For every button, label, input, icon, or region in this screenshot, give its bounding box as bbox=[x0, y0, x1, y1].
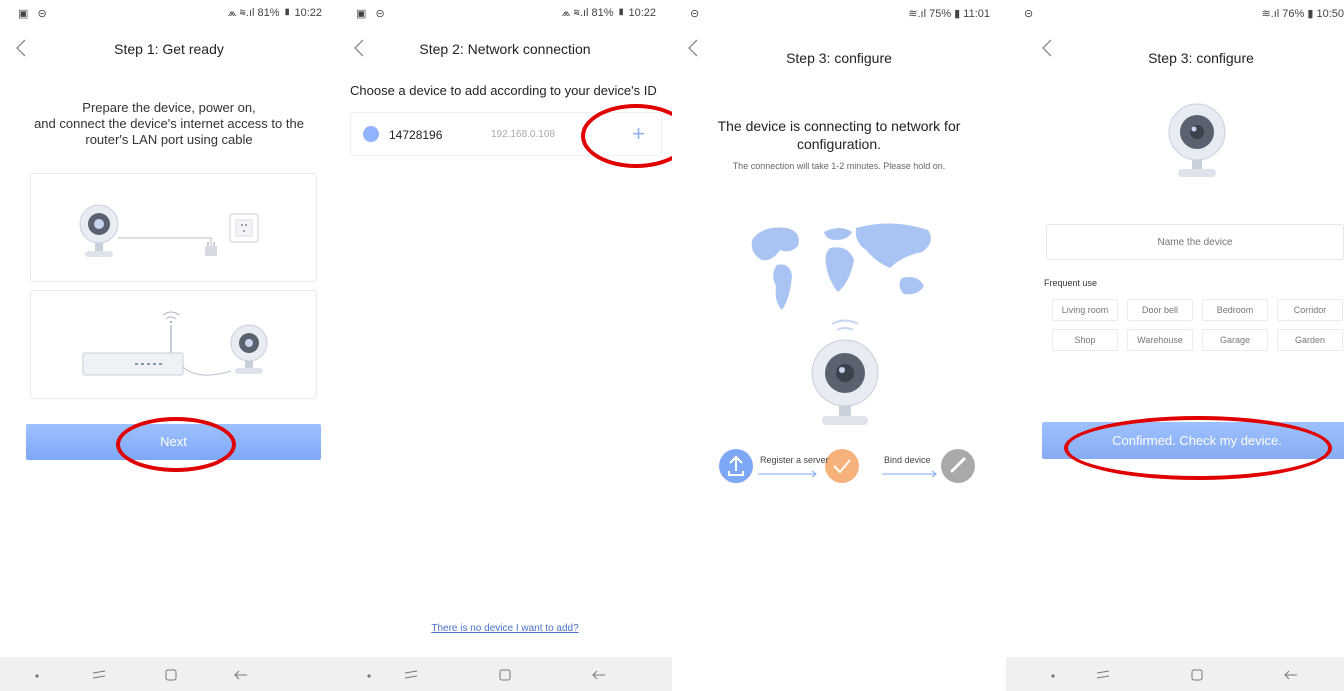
chip-warehouse[interactable]: Warehouse bbox=[1127, 329, 1193, 351]
page-title: Step 3: configure bbox=[1148, 50, 1254, 66]
camera-plug-drawing bbox=[79, 204, 259, 257]
instruction-text: Prepare the device, power on, and connec… bbox=[10, 100, 328, 148]
link-icon bbox=[941, 449, 975, 483]
instruction-line: and connect the device's internet access… bbox=[34, 116, 304, 131]
highlight-circle bbox=[581, 104, 672, 168]
device-icon bbox=[363, 126, 379, 142]
camera-icon bbox=[811, 319, 879, 425]
status-left-icons: ▣ ⊝ bbox=[18, 8, 50, 20]
instruction-line: router's LAN port using cable bbox=[85, 132, 253, 147]
connecting-line: The device is connecting to network for bbox=[717, 118, 961, 134]
camera-power-illustration bbox=[30, 173, 317, 282]
nav-bar: Step 3: configure bbox=[1006, 30, 1344, 66]
status-right-info: ⩕ ≋.ıl 81% ▮ 10:22 bbox=[561, 7, 656, 19]
camera-icon bbox=[1168, 103, 1226, 177]
device-ip: 192.168.0.108 bbox=[491, 129, 555, 140]
device-name-input[interactable] bbox=[1046, 224, 1344, 260]
status-bar: ⊝ ≋.ıl 76% ▮ 10:50 bbox=[1006, 0, 1344, 26]
home-square-icon[interactable] bbox=[496, 666, 514, 684]
status-bar: ▣ ⊝ ⩕ ≋.ıl 81% ▮ 10:22 bbox=[338, 0, 672, 26]
status-left-icons: ⊝ bbox=[1024, 8, 1037, 20]
system-nav-bar bbox=[0, 657, 338, 691]
back-arrow-icon[interactable] bbox=[590, 666, 608, 684]
dot-icon bbox=[367, 674, 371, 678]
chip-door-bell[interactable]: Door bell bbox=[1127, 299, 1193, 321]
status-right-info: ≋.ıl 75% ▮ 11:01 bbox=[908, 8, 990, 20]
home-square-icon[interactable] bbox=[162, 666, 180, 684]
camera-icon bbox=[79, 204, 119, 257]
device-id: 14728196 bbox=[389, 128, 443, 142]
recents-icon[interactable] bbox=[1094, 666, 1112, 684]
back-arrow-icon[interactable] bbox=[1282, 666, 1300, 684]
screen-configure-connecting: ⊝ ≋.ıl 75% ▮ 11:01 Step 3: configure The… bbox=[672, 0, 1006, 691]
instruction-line: Prepare the device, power on, bbox=[82, 100, 256, 115]
upload-icon bbox=[719, 449, 753, 483]
chip-bedroom[interactable]: Bedroom bbox=[1202, 299, 1268, 321]
dot-icon bbox=[35, 674, 39, 678]
status-left-icons: ▣ ⊝ bbox=[356, 8, 388, 20]
router-drawing bbox=[82, 311, 268, 376]
chip-shop[interactable]: Shop bbox=[1052, 329, 1118, 351]
chip-garage[interactable]: Garage bbox=[1202, 329, 1268, 351]
hold-on-text: The connection will take 1-2 minutes. Pl… bbox=[732, 161, 946, 171]
socket-icon bbox=[229, 213, 259, 243]
chip-garden[interactable]: Garden bbox=[1277, 329, 1343, 351]
nav-bar: Step 1: Get ready bbox=[0, 30, 338, 66]
recents-icon[interactable] bbox=[402, 666, 420, 684]
screen-network-connection: ▣ ⊝ ⩕ ≋.ıl 81% ▮ 10:22 Step 2: Network c… bbox=[338, 0, 672, 691]
back-arrow-icon[interactable] bbox=[232, 666, 250, 684]
check-icon bbox=[825, 449, 859, 483]
wifi-icon bbox=[162, 311, 180, 324]
step-bind-label: Bind device bbox=[884, 455, 931, 465]
camera-icon bbox=[230, 324, 268, 374]
dot-icon bbox=[1051, 674, 1055, 678]
router-icon bbox=[82, 325, 184, 376]
status-bar: ▣ ⊝ ⩕ ≋.ıl 81% ▮ 10:22 bbox=[0, 0, 338, 26]
chip-corridor[interactable]: Corridor bbox=[1277, 299, 1343, 321]
page-title: Step 1: Get ready bbox=[114, 41, 224, 57]
home-square-icon[interactable] bbox=[1188, 666, 1206, 684]
page-title: Step 3: configure bbox=[786, 50, 892, 66]
router-camera-illustration bbox=[30, 290, 317, 399]
highlight-circle bbox=[116, 417, 236, 472]
page-title: Step 2: Network connection bbox=[419, 41, 591, 57]
screen-get-ready: ▣ ⊝ ⩕ ≋.ıl 81% ▮ 10:22 Step 1: Get ready… bbox=[0, 0, 338, 691]
system-nav-bar bbox=[338, 657, 672, 691]
connecting-message: The device is connecting to network for … bbox=[682, 117, 996, 153]
chip-living-room[interactable]: Living room bbox=[1052, 299, 1118, 321]
no-device-link[interactable]: There is no device I want to add? bbox=[338, 623, 672, 634]
status-right-info: ≋.ıl 76% ▮ 10:50 bbox=[1261, 8, 1344, 20]
status-bar: ⊝ ≋.ıl 75% ▮ 11:01 bbox=[672, 0, 1006, 26]
status-left-icons: ⊝ bbox=[690, 8, 703, 20]
nav-bar: Step 2: Network connection bbox=[338, 30, 672, 66]
connecting-line: configuration. bbox=[796, 136, 882, 152]
choose-device-text: Choose a device to add according to your… bbox=[350, 83, 657, 98]
status-right-info: ⩕ ≋.ıl 81% ▮ 10:22 bbox=[227, 7, 322, 19]
step-register-label: Register a server bbox=[760, 455, 829, 465]
screen-configure-name: ⊝ ≋.ıl 76% ▮ 10:50 Step 3: configure Fre… bbox=[1006, 0, 1344, 691]
system-nav-bar bbox=[1006, 657, 1344, 691]
recents-icon[interactable] bbox=[90, 666, 108, 684]
frequent-use-label: Frequent use bbox=[1044, 278, 1098, 288]
highlight-circle bbox=[1064, 416, 1332, 480]
world-map-icon bbox=[751, 223, 931, 310]
progress-steps bbox=[719, 449, 975, 483]
nav-bar: Step 3: configure bbox=[672, 30, 1006, 66]
back-icon[interactable] bbox=[1036, 36, 1060, 60]
